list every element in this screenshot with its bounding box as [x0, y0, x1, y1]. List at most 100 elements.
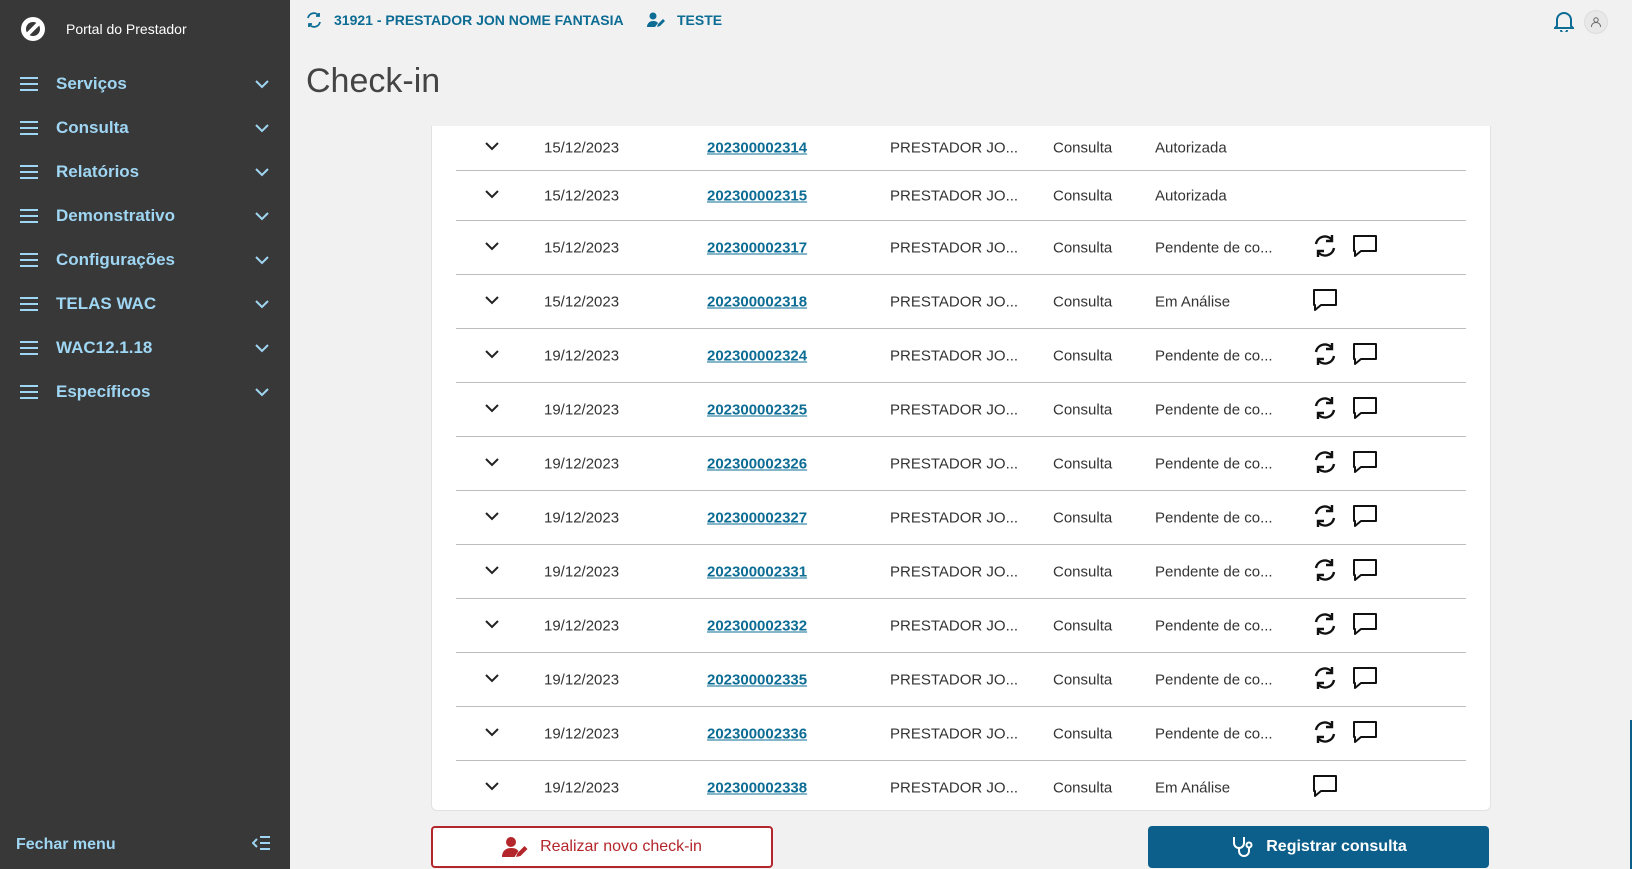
expand-row-button[interactable] [484, 186, 500, 206]
provider-cell: PRESTADOR JO... [890, 347, 1019, 364]
brand[interactable]: Portal do Prestador [20, 16, 187, 42]
refresh-button[interactable] [1312, 342, 1338, 370]
sidebar-item-wac12[interactable]: WAC12.1.18 [0, 326, 290, 370]
chevron-down-icon [485, 457, 499, 466]
user-switch[interactable]: TESTE [647, 12, 722, 28]
refresh-button[interactable] [1312, 612, 1338, 640]
sidebar-item-consulta[interactable]: Consulta [0, 106, 290, 150]
table-row: 19/12/2023 202300002324 PRESTADOR JO... Con… [456, 329, 1466, 383]
type-cell: Consulta [1053, 509, 1113, 526]
sidebar-item-configuracoes[interactable]: Configurações [0, 238, 290, 282]
expand-row-button[interactable] [484, 454, 500, 474]
comment-button[interactable] [1352, 450, 1378, 478]
type-cell: Consulta [1053, 617, 1113, 634]
checkin-number-link[interactable]: 202300002315 [707, 187, 807, 204]
status-cell: Pendente de co... [1155, 455, 1273, 472]
switch-icon [307, 12, 321, 28]
provider-cell: PRESTADOR JO... [890, 239, 1019, 256]
refresh-icon [1314, 450, 1336, 473]
expand-row-button[interactable] [484, 778, 500, 798]
checkin-date: 15/12/2023 [544, 139, 620, 157]
type-cell: Consulta [1053, 455, 1113, 472]
checkin-number-link[interactable]: 202300002338 [707, 779, 807, 796]
user-icon [1591, 17, 1601, 28]
checkin-number-link[interactable]: 202300002332 [707, 617, 807, 634]
refresh-button[interactable] [1312, 396, 1338, 424]
checkin-number-link[interactable]: 202300002327 [707, 509, 807, 526]
hamburger-icon [20, 165, 38, 179]
refresh-button[interactable] [1312, 234, 1338, 262]
status-cell: Autorizada [1155, 139, 1227, 157]
expand-row-button[interactable] [484, 670, 500, 690]
comment-button[interactable] [1352, 720, 1378, 748]
type-cell: Consulta [1053, 671, 1113, 688]
comment-button[interactable] [1312, 288, 1338, 316]
type-cell: Consulta [1053, 563, 1113, 580]
checkin-number-link[interactable]: 202300002331 [707, 563, 807, 580]
provider-switch[interactable]: 31921 - PRESTADOR JON NOME FANTASIA [306, 12, 624, 28]
sidebar-item-servicos[interactable]: Serviços [0, 62, 290, 106]
checkin-number-link[interactable]: 202300002326 [707, 455, 807, 472]
comment-button[interactable] [1352, 504, 1378, 532]
expand-row-button[interactable] [484, 346, 500, 366]
avatar[interactable] [1584, 10, 1608, 34]
comment-button[interactable] [1352, 396, 1378, 424]
refresh-button[interactable] [1312, 666, 1338, 694]
refresh-button[interactable] [1312, 450, 1338, 478]
chevron-down-icon [255, 80, 269, 89]
comment-button[interactable] [1352, 666, 1378, 694]
refresh-button[interactable] [1312, 720, 1338, 748]
expand-row-button[interactable] [484, 508, 500, 528]
new-checkin-button[interactable]: Realizar novo check-in [431, 826, 773, 868]
register-consultation-label: Registrar consulta [1266, 838, 1407, 855]
expand-row-button[interactable] [484, 138, 500, 158]
sidebar-item-especificos[interactable]: Específicos [0, 370, 290, 414]
refresh-button[interactable] [1312, 558, 1338, 586]
comment-button[interactable] [1352, 234, 1378, 262]
sidebar-item-label: Específicos [56, 382, 151, 401]
table-row: 19/12/2023 202300002327 PRESTADOR JO... Con… [456, 491, 1466, 545]
sidebar-item-telas-wac[interactable]: TELAS WAC [0, 282, 290, 326]
checkin-number-link[interactable]: 202300002335 [707, 671, 807, 688]
sidebar-item-label: WAC12.1.18 [56, 338, 153, 357]
table-row: 19/12/2023 202300002331 PRESTADOR JO... Con… [456, 545, 1466, 599]
close-menu-button[interactable]: Fechar menu [0, 821, 290, 869]
checkin-number-link[interactable]: 202300002325 [707, 401, 807, 418]
refresh-icon [1314, 558, 1336, 581]
comment-button[interactable] [1352, 558, 1378, 586]
notifications-button[interactable] [1552, 10, 1576, 37]
table-row: 19/12/2023 202300002335 PRESTADOR JO... Con… [456, 653, 1466, 707]
sidebar-item-demonstrativo[interactable]: Demonstrativo [0, 194, 290, 238]
comment-icon [1313, 288, 1337, 311]
expand-row-button[interactable] [484, 562, 500, 582]
comment-icon [1353, 612, 1377, 635]
chevron-down-icon [485, 781, 499, 790]
refresh-icon [1314, 504, 1336, 527]
checkin-date: 19/12/2023 [544, 455, 620, 472]
expand-row-button[interactable] [484, 616, 500, 636]
chevron-down-icon [485, 511, 499, 520]
provider-name: 31921 - PRESTADOR JON NOME FANTASIA [334, 12, 624, 28]
sidebar-item-relatorios[interactable]: Relatórios [0, 150, 290, 194]
table-row: 15/12/2023 202300002318 PRESTADOR JO... Con… [456, 275, 1466, 329]
expand-row-button[interactable] [484, 724, 500, 744]
register-consultation-button[interactable]: Registrar consulta [1148, 826, 1489, 868]
checkin-number-link[interactable]: 202300002336 [707, 725, 807, 742]
refresh-icon [1314, 234, 1336, 257]
expand-row-button[interactable] [484, 400, 500, 420]
checkin-number-link[interactable]: 202300002324 [707, 347, 807, 364]
comment-button[interactable] [1352, 342, 1378, 370]
comment-button[interactable] [1352, 612, 1378, 640]
checkin-number-link[interactable]: 202300002314 [707, 140, 807, 157]
checkin-number-link[interactable]: 202300002318 [707, 293, 807, 310]
checkin-number-link[interactable]: 202300002317 [707, 239, 807, 256]
expand-row-button[interactable] [484, 238, 500, 258]
refresh-button[interactable] [1312, 504, 1338, 532]
comment-button[interactable] [1312, 774, 1338, 802]
provider-cell: PRESTADOR JO... [890, 617, 1019, 634]
type-cell: Consulta [1053, 293, 1113, 310]
checkin-date: 15/12/2023 [544, 187, 620, 204]
hamburger-icon [20, 253, 38, 267]
expand-row-button[interactable] [484, 292, 500, 312]
chevron-down-icon [485, 142, 499, 151]
